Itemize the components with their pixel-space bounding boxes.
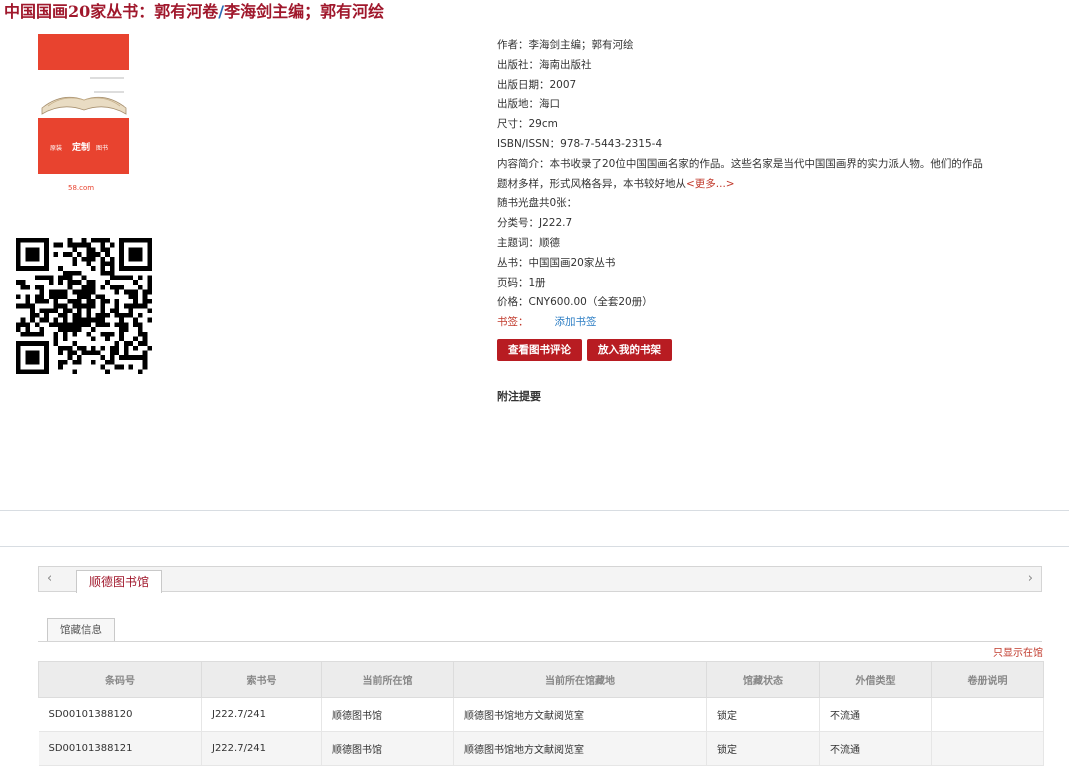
- header-status: 馆藏状态: [706, 661, 820, 698]
- cover-tag-1: 原装: [50, 144, 62, 152]
- cell-call-number: J222.7/241: [201, 697, 322, 732]
- cell-status: 锁定: [706, 697, 820, 732]
- cover-tag-2: 定制: [71, 141, 90, 153]
- author-field: 作者：李海剑主编；郭有河绘: [497, 39, 634, 51]
- series-field: 丛书：中国国画20家丛书: [497, 256, 616, 269]
- book-cover: 原装 定制 图书 58.com: [38, 34, 129, 194]
- price-field: 价格：CNY600.00（全套20册）: [497, 296, 653, 309]
- size-field: 尺寸：29cm: [497, 118, 558, 131]
- bookmark-row: 书签： 添加书签: [497, 313, 997, 333]
- cell-call-number: J222.7/241: [201, 731, 322, 766]
- cell-current-location: 顺德图书馆地方文献阅览室: [453, 731, 707, 766]
- cell-current-location: 顺德图书馆地方文献阅览室: [453, 697, 707, 732]
- title-main: 中国国画20家丛书：郭有河卷: [4, 2, 219, 21]
- add-bookmark-link[interactable]: 添加书签: [555, 316, 597, 328]
- table-row: SD00101388120 J222.7/241 顺德图书馆 顺德图书馆地方文献…: [38, 697, 1044, 732]
- section-divider: [0, 510, 1069, 511]
- add-to-shelf-button[interactable]: 放入我的书架: [587, 339, 672, 361]
- only-in-library-toggle[interactable]: 只显示在馆: [993, 644, 1043, 659]
- header-call-number: 索书号: [201, 661, 322, 698]
- tab-holdings-info[interactable]: 馆藏信息: [47, 618, 115, 641]
- header-loan-type: 外借类型: [819, 661, 932, 698]
- cell-barcode: SD00101388121: [38, 731, 202, 766]
- header-volume-note: 卷册说明: [931, 661, 1044, 698]
- title-responsibility: 李海剑主编；郭有河绘: [224, 2, 385, 21]
- cell-status: 锁定: [706, 731, 820, 766]
- isbn-field: ISBN/ISSN：978-7-5443-2315-4: [497, 137, 663, 150]
- cell-volume-note: [931, 697, 1044, 732]
- cell-volume-note: [931, 731, 1044, 766]
- cell-loan-type: 不流通: [819, 731, 932, 766]
- bookmark-label: 书签：: [497, 316, 529, 329]
- disc-field: 随书光盘共0张：: [497, 197, 578, 210]
- section-divider-2: [0, 546, 1069, 547]
- header-current-location: 当前所在馆藏地: [453, 661, 707, 698]
- class-number-field: 分类号：J222.7: [497, 217, 573, 230]
- library-tab-bar: ‹ 顺德图书馆 ›: [38, 566, 1042, 593]
- header-barcode: 条码号: [38, 661, 202, 698]
- tab-shunde-library[interactable]: 顺德图书馆: [76, 570, 163, 593]
- header-current-library: 当前所在馆: [321, 661, 454, 698]
- cover-tag-3: 图书: [96, 144, 108, 152]
- subtab-divider: [38, 641, 1042, 642]
- notes-heading: 附注提要: [497, 390, 541, 403]
- cell-current-library: 顺德图书馆: [321, 731, 454, 766]
- intro-text: 内容简介：本书收录了20位中国国画名家的作品。这些名家是当代中国国画界的实力派人…: [497, 157, 983, 190]
- pages-field: 页码：1册: [497, 276, 546, 289]
- publish-date-field: 出版日期：2007: [497, 78, 577, 91]
- intro-field: 内容简介：本书收录了20位中国国画名家的作品。这些名家是当代中国国画界的实力派人…: [497, 155, 987, 195]
- publisher-field: 出版社：海南出版社: [497, 58, 592, 71]
- cover-logo: 58.com: [68, 184, 94, 192]
- more-link[interactable]: <更多...>: [686, 178, 735, 190]
- action-buttons: 查看图书评论 放入我的书架: [497, 338, 677, 361]
- page-title: 中国国画20家丛书：郭有河卷/李海剑主编；郭有河绘: [4, 2, 384, 22]
- chevron-right-icon[interactable]: ›: [1028, 571, 1033, 586]
- holdings-table: 条码号 索书号 当前所在馆 当前所在馆藏地 馆藏状态 外借类型 卷册说明 SD0…: [38, 661, 1044, 766]
- qr-code: [16, 238, 152, 374]
- table-row: SD00101388121 J222.7/241 顺德图书馆 顺德图书馆地方文献…: [38, 731, 1044, 766]
- view-reviews-button[interactable]: 查看图书评论: [497, 339, 582, 361]
- cell-loan-type: 不流通: [819, 697, 932, 732]
- book-info: 作者：李海剑主编；郭有河绘 出版社：海南出版社 出版日期：2007 出版地：海口…: [497, 36, 997, 333]
- subject-field: 主题词：顺德: [497, 236, 560, 249]
- table-header-row: 条码号 索书号 当前所在馆 当前所在馆藏地 馆藏状态 外借类型 卷册说明: [38, 661, 1044, 698]
- chevron-left-icon[interactable]: ‹: [47, 571, 52, 586]
- cell-barcode: SD00101388120: [38, 697, 202, 732]
- publish-place-field: 出版地：海口: [497, 98, 560, 111]
- cell-current-library: 顺德图书馆: [321, 697, 454, 732]
